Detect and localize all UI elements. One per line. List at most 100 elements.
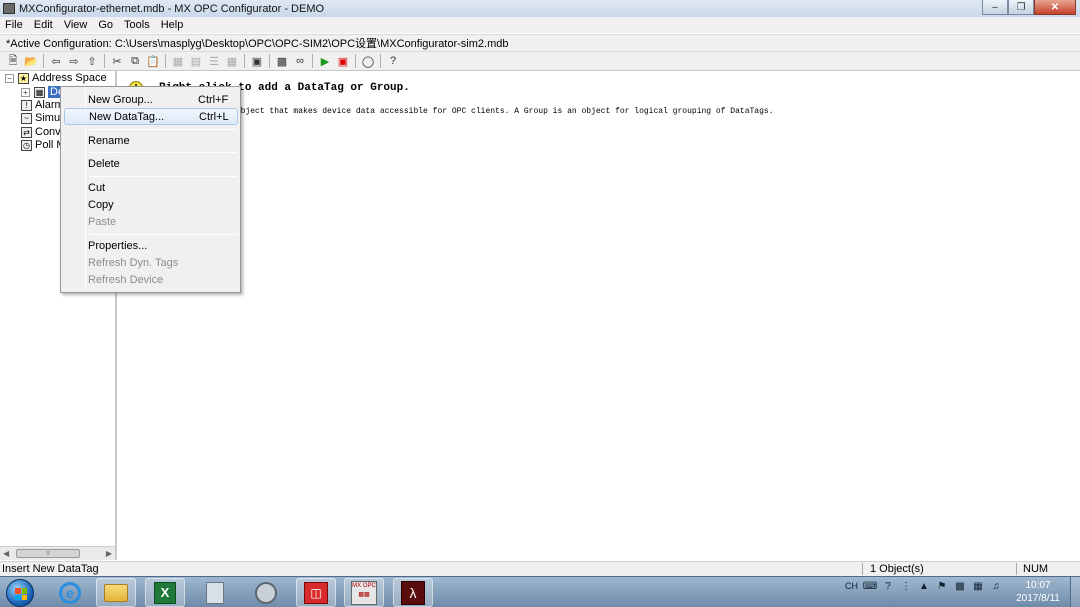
clock[interactable]: 10:07 2017/8/11	[1008, 579, 1068, 605]
menu-item-rename-label: Rename	[88, 134, 130, 147]
taskbar-search-app[interactable]	[246, 578, 286, 607]
menu-item-rename[interactable]: Rename	[64, 132, 238, 149]
minimize-button[interactable]: –	[982, 0, 1008, 15]
cut-icon[interactable]: ✂	[108, 53, 126, 69]
menu-item-new-group-shortcut: Ctrl+F	[198, 93, 229, 106]
add-group-icon[interactable]: ▦	[169, 53, 187, 69]
list-view-icon[interactable]: ☰	[205, 53, 223, 69]
menu-item-delete-label: Delete	[88, 157, 120, 170]
help-icon[interactable]: ?	[384, 53, 402, 69]
stop-icon[interactable]: ▣	[334, 53, 352, 69]
volume-icon[interactable]: ♫	[990, 580, 1002, 592]
toolbar-separator	[165, 54, 166, 68]
back-arrow-icon[interactable]: ⇦	[47, 53, 65, 69]
keyboard-icon[interactable]: ⌨	[863, 580, 877, 592]
menu-bar: File Edit View Go Tools Help	[0, 17, 1080, 33]
scroll-right-icon[interactable]: ▶	[106, 549, 112, 558]
menu-item-delete[interactable]: Delete	[64, 155, 238, 172]
tree-horizontal-scrollbar[interactable]: ◀ ≡ ▶	[0, 546, 115, 560]
window-title: MXConfigurator-ethernet.mdb - MX OPC Con…	[19, 2, 325, 15]
maximize-button[interactable]: ❐	[1008, 0, 1034, 15]
scroll-left-icon[interactable]: ◀	[3, 549, 9, 558]
expand-icon[interactable]: +	[21, 87, 30, 97]
toolbar-separator	[244, 54, 245, 68]
ime-indicator[interactable]: CH	[845, 581, 858, 591]
menu-item-properties[interactable]: Properties...	[64, 237, 238, 254]
mx-opc-icon: MX OPC ▩▩	[351, 580, 377, 605]
open-folder-icon[interactable]: 📂	[22, 53, 40, 69]
menu-item-new-datatag[interactable]: New DataTag... Ctrl+L	[64, 108, 238, 125]
folder-icon	[104, 583, 128, 602]
taskbar-red-app[interactable]: ◫	[296, 578, 336, 607]
up-folder-icon[interactable]: ⇧	[83, 53, 101, 69]
play-icon[interactable]: ▶	[316, 53, 334, 69]
excel-icon: X	[154, 581, 176, 604]
new-file-icon[interactable]: 🗎	[4, 53, 22, 69]
menu-help[interactable]: Help	[156, 19, 190, 31]
tree-item-simulation[interactable]: ~ Simul	[21, 112, 63, 124]
menu-item-refresh-dyn-tags[interactable]: Refresh Dyn. Tags	[64, 254, 238, 271]
toolbar-separator	[380, 54, 381, 68]
menu-item-refresh-device[interactable]: Refresh Device	[64, 271, 238, 288]
chevron-up-icon[interactable]: ▲	[918, 580, 930, 592]
collapse-icon[interactable]: −	[5, 73, 14, 83]
tree-item-poll[interactable]: ◷ Poll M	[21, 139, 66, 151]
lightbulb-icon[interactable]: ◯	[359, 53, 377, 69]
add-tag-icon[interactable]: ▤	[187, 53, 205, 69]
taskbar-mx-opc[interactable]: MX OPC ▩▩	[344, 578, 384, 607]
show-desktop-button[interactable]	[1070, 577, 1080, 607]
tree-item-alarm[interactable]: ! Alarm	[21, 99, 64, 111]
taskbar-file-explorer[interactable]	[96, 578, 136, 607]
magnifier-icon	[255, 581, 277, 604]
active-configuration-bar: *Active Configuration: C:\Users\masplyg\…	[0, 34, 1080, 52]
network-icon[interactable]: ▦	[972, 580, 984, 592]
scrollbar-thumb[interactable]: ≡	[16, 549, 80, 558]
main-content-pane[interactable]: ! Right-click to add a DataTag or Group.…	[119, 71, 1080, 560]
settings-tray-icon[interactable]: ⋮	[900, 580, 912, 592]
taskbar-excel[interactable]: X	[145, 578, 185, 607]
monitor-icon[interactable]: ▩	[273, 53, 291, 69]
close-button[interactable]: ✕	[1034, 0, 1076, 15]
start-button[interactable]	[6, 579, 34, 607]
toolbar-separator	[312, 54, 313, 68]
forward-arrow-icon[interactable]: ⇨	[65, 53, 83, 69]
toolbar-separator	[43, 54, 44, 68]
flag-icon[interactable]: ⚑	[936, 580, 948, 592]
internet-explorer-icon: e	[59, 581, 81, 604]
menu-item-new-group[interactable]: New Group... Ctrl+F	[64, 91, 238, 108]
taskbar-internet-explorer[interactable]: e	[50, 578, 90, 607]
help-tray-icon[interactable]: ?	[882, 580, 894, 592]
menu-separator	[89, 176, 237, 177]
menu-edit[interactable]: Edit	[29, 19, 59, 31]
menu-go[interactable]: Go	[93, 19, 119, 31]
menu-file[interactable]: File	[0, 19, 29, 31]
grid-view-icon[interactable]: ▦	[223, 53, 241, 69]
windows-logo-icon	[15, 588, 27, 600]
context-menu: New Group... Ctrl+F New DataTag... Ctrl+…	[60, 86, 241, 293]
menu-tools[interactable]: Tools	[119, 19, 156, 31]
taskbar: e X ◫ MX OPC ▩▩ λ CH ⌨ ? ⋮ ▲ ⚑ ▩ ▦ ♫ 10:0…	[0, 576, 1080, 607]
status-object-count: 1 Object(s)	[870, 563, 924, 575]
paste-icon[interactable]: 📋	[144, 53, 162, 69]
menu-item-copy[interactable]: Copy	[64, 196, 238, 213]
taskbar-calculator[interactable]	[195, 578, 235, 607]
menu-item-refresh-device-label: Refresh Device	[88, 273, 164, 286]
menu-item-cut[interactable]: Cut	[64, 179, 238, 196]
copy-icon[interactable]: ⧉	[126, 53, 144, 69]
alarm-icon: !	[21, 99, 32, 111]
red-app-icon: ◫	[304, 581, 328, 604]
glasses-icon[interactable]: ∞	[291, 53, 309, 69]
simulation-icon: ~	[21, 112, 32, 124]
mx-opc-icon-label: MX OPC	[352, 582, 376, 589]
status-message: Insert New DataTag	[2, 563, 99, 575]
device-tray-icon[interactable]: ▩	[954, 580, 966, 592]
toolbar-separator	[104, 54, 105, 68]
menu-item-properties-label: Properties...	[88, 239, 148, 252]
app-icon	[3, 3, 15, 14]
menu-item-paste[interactable]: Paste	[64, 213, 238, 230]
taskbar-pdf-reader[interactable]: λ	[393, 578, 433, 607]
tree-item-conversion[interactable]: ⇄ Conv	[21, 126, 61, 138]
menu-view[interactable]: View	[59, 19, 94, 31]
properties-icon[interactable]: ▣	[248, 53, 266, 69]
tree-root-address-space[interactable]: − ★ Address Space	[5, 72, 107, 84]
